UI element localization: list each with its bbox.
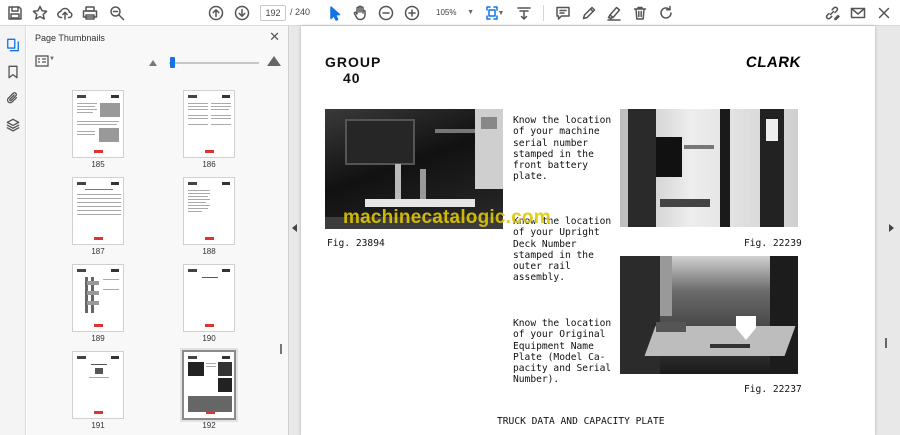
pen-icon[interactable] [579,3,599,23]
mail-icon[interactable] [848,3,868,23]
cloud-upload-icon[interactable] [55,3,75,23]
thumbnail-number: 188 [202,247,216,256]
thumbnail-page[interactable] [183,177,235,245]
thumbnail-number: 186 [202,160,216,169]
thumbnail-number: 189 [91,334,105,343]
thumbnail-page[interactable] [72,177,124,245]
chevron-down-icon[interactable]: ▼ [49,56,55,62]
close-icon[interactable] [874,3,894,23]
document-viewer[interactable]: GROUP 40 CLARK Fig. 23894 Know the locat… [289,26,900,435]
delete-icon[interactable] [630,3,650,23]
thumbnail-number: 187 [91,247,105,256]
figure-caption-right-bottom: Fig. 22237 [744,384,802,395]
mountain-small-icon [149,60,157,66]
thumbnail-number: 191 [91,421,105,430]
thumbnail-grid: 185 186 187 188 189 190 191 192 [27,76,289,435]
main-toolbar: 192 / 240 105% ▼ ▼ [0,0,900,26]
panel-title: Page Thumbnails [35,33,105,43]
zoom-search-icon[interactable] [107,3,127,23]
section-heading: TRUCK DATA AND CAPACITY PLATE [497,416,665,427]
paragraph-serial-number: Know the location of your machine serial… [513,115,612,183]
figure-photo-right-top [620,109,798,227]
zoom-in-icon[interactable] [402,3,422,23]
star-icon[interactable] [30,3,50,23]
comment-icon[interactable] [553,3,573,23]
thumbnail-page[interactable] [72,264,124,332]
link-edit-icon[interactable] [822,3,842,23]
fit-options-chevron-icon[interactable]: ▼ [497,3,505,23]
group-title: GROUP [325,54,382,70]
thumbnail-page[interactable] [183,90,235,158]
figure-caption-right-top: Fig. 22239 [744,238,802,249]
chevron-down-icon: ▼ [467,9,474,16]
panel-splitter-handle[interactable] [280,344,282,354]
print-icon[interactable] [80,3,100,23]
slider-handle[interactable] [170,57,175,68]
paragraph-name-plate: Know the location of your Original Equip… [513,318,612,386]
page-number-input[interactable]: 192 [260,5,286,21]
layers-icon[interactable] [4,116,22,134]
zoom-value: 105% [436,8,457,17]
thumbnail-number: 192 [202,421,216,430]
thumbnail-page[interactable] [183,264,235,332]
figure-photo-right-bottom [620,256,798,374]
scroll-mode-icon[interactable] [514,3,534,23]
select-cursor-icon[interactable] [325,3,345,23]
expand-panel-arrow-icon[interactable] [889,224,894,232]
page-thumbnails-icon[interactable] [4,36,22,54]
save-icon[interactable] [5,3,25,23]
figure-caption-left: Fig. 23894 [327,238,385,249]
group-number: 40 [343,70,361,86]
page-down-icon[interactable] [232,3,252,23]
right-splitter-handle[interactable] [885,338,887,348]
left-tool-rail [0,26,26,435]
brand-logo: CLARK [744,54,803,71]
thumbnail-page[interactable] [72,351,124,419]
page-up-icon[interactable] [206,3,226,23]
page-thumbnails-panel: Page Thumbnails ✕ ▼ 185 186 187 188 189 … [27,26,289,435]
thumbnail-size-slider[interactable] [169,62,259,64]
mountain-large-icon [267,56,281,66]
close-icon[interactable]: ✕ [269,30,280,44]
thumbnail-number: 190 [202,334,216,343]
zoom-select[interactable]: 105% ▼ [428,5,474,21]
highlighter-icon[interactable] [604,3,624,23]
rotate-icon[interactable] [656,3,676,23]
attachment-icon[interactable] [4,89,22,107]
thumbnail-page-selected[interactable] [182,350,236,420]
thumbnail-tools: ▼ [27,52,289,74]
thumbnail-page[interactable] [72,90,124,158]
bookmark-icon[interactable] [4,63,22,81]
collapse-panel-arrow-icon[interactable] [292,224,297,232]
page-total-label: / 240 [290,7,311,17]
pdf-page: GROUP 40 CLARK Fig. 23894 Know the locat… [301,26,875,435]
hand-icon[interactable] [350,3,370,23]
zoom-out-icon[interactable] [376,3,396,23]
thumbnail-number: 185 [91,160,105,169]
watermark-text: machinecatalogic.com [343,207,551,228]
